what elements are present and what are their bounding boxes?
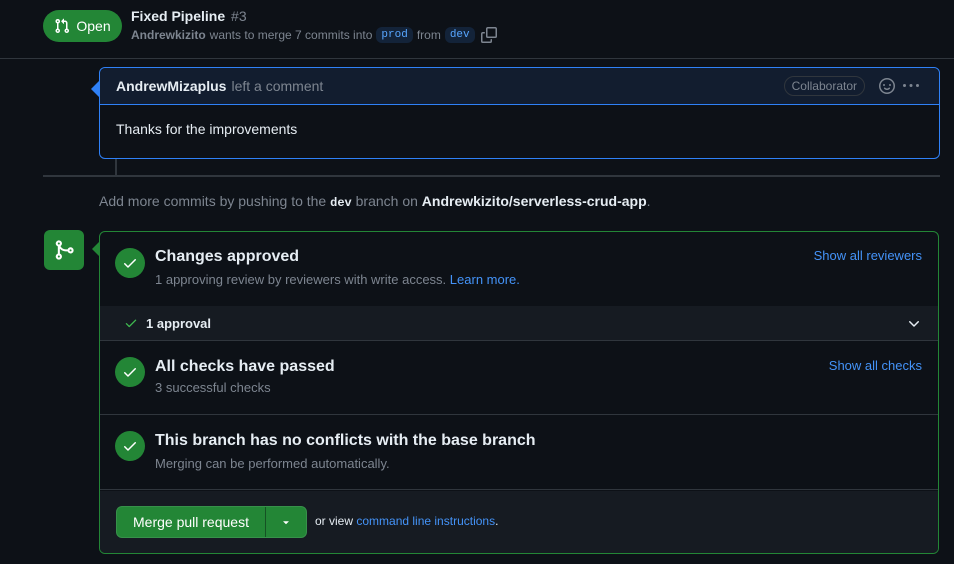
hint-middle: branch on	[355, 193, 418, 209]
comment-pointer	[91, 81, 99, 97]
merge-button-group: Merge pull request	[116, 506, 307, 538]
git-merge-icon	[44, 230, 84, 270]
hint-repo[interactable]: Andrewkizito/serverless-crud-app	[422, 193, 647, 209]
comment-body: Thanks for the improvements	[116, 121, 298, 137]
merge-options-dropdown[interactable]	[266, 507, 306, 537]
timeline-line	[115, 159, 117, 175]
merge-action-section: Merge pull request or view command line …	[100, 491, 938, 553]
pr-state-label: Open	[76, 18, 111, 34]
pr-meta: Andrewkizito wants to merge 7 commits in…	[131, 27, 497, 43]
pr-title-text: Fixed Pipeline	[131, 8, 226, 24]
conflicts-section: This branch has no conflicts with the ba…	[100, 416, 938, 490]
comment-card: AndrewMizaplus left a comment Collaborat…	[99, 67, 940, 159]
learn-more-link[interactable]: Learn more.	[450, 272, 520, 287]
head-branch-tag[interactable]: dev	[444, 27, 475, 43]
pr-author-link[interactable]: Andrewkizito	[131, 28, 206, 42]
show-all-reviewers-link[interactable]: Show all reviewers	[814, 248, 922, 263]
merge-box: Changes approved 1 approving review by r…	[99, 231, 939, 554]
approval-subtitle-text: 1 approving review by reviewers with wri…	[155, 272, 447, 287]
hint-branch: dev	[330, 196, 352, 210]
check-icon	[115, 357, 145, 387]
approval-section: Changes approved 1 approving review by r…	[100, 232, 938, 306]
check-icon	[124, 316, 138, 330]
pr-state-badge: Open	[43, 10, 122, 42]
pr-number: #3	[231, 8, 247, 24]
approval-count-label: 1 approval	[146, 315, 212, 331]
cli-hint: or view command line instructions.	[315, 514, 498, 528]
comment-author[interactable]: AndrewMizaplus	[116, 78, 226, 94]
smiley-icon[interactable]	[879, 78, 895, 94]
copy-icon[interactable]	[480, 27, 497, 43]
approval-count-row[interactable]: 1 approval	[100, 306, 938, 341]
base-branch-tag[interactable]: prod	[376, 27, 413, 43]
show-all-checks-link[interactable]: Show all checks	[829, 358, 922, 373]
merge-pull-request-button[interactable]: Merge pull request	[117, 507, 266, 537]
conflicts-subtitle: Merging can be performed automatically.	[155, 456, 390, 471]
kebab-horizontal-icon[interactable]	[903, 78, 919, 94]
or-view-text: or view	[315, 514, 354, 528]
pr-header: Open Fixed Pipeline #3 Andrewkizito want…	[0, 0, 954, 59]
comment-header: AndrewMizaplus left a comment Collaborat…	[100, 68, 939, 105]
chevron-down-icon[interactable]	[906, 316, 922, 332]
git-pull-request-icon	[54, 18, 70, 34]
timeline-separator	[43, 175, 940, 177]
checks-title: All checks have passed	[155, 358, 335, 375]
hint-prefix: Add more commits by pushing to the	[99, 193, 327, 209]
triangle-down-icon	[280, 516, 292, 528]
conflicts-title: This branch has no conflicts with the ba…	[155, 432, 536, 449]
from-text: from	[416, 28, 441, 42]
checks-subtitle: 3 successful checks	[155, 380, 271, 395]
hint-suffix: .	[646, 193, 651, 209]
check-icon	[115, 248, 145, 278]
pr-title: Fixed Pipeline #3	[131, 8, 247, 24]
command-line-instructions-link[interactable]: command line instructions	[356, 514, 495, 528]
approval-title: Changes approved	[155, 248, 300, 265]
approval-subtitle: 1 approving review by reviewers with wri…	[155, 272, 520, 287]
pr-meta-text: wants to merge 7 commits into	[209, 28, 373, 42]
comment-action: left a comment	[231, 78, 324, 94]
checks-section: All checks have passed 3 successful chec…	[100, 342, 938, 415]
push-hint: Add more commits by pushing to the dev b…	[99, 193, 651, 210]
cli-suffix: .	[495, 514, 499, 528]
collaborator-badge: Collaborator	[783, 76, 865, 96]
check-icon	[115, 431, 145, 461]
